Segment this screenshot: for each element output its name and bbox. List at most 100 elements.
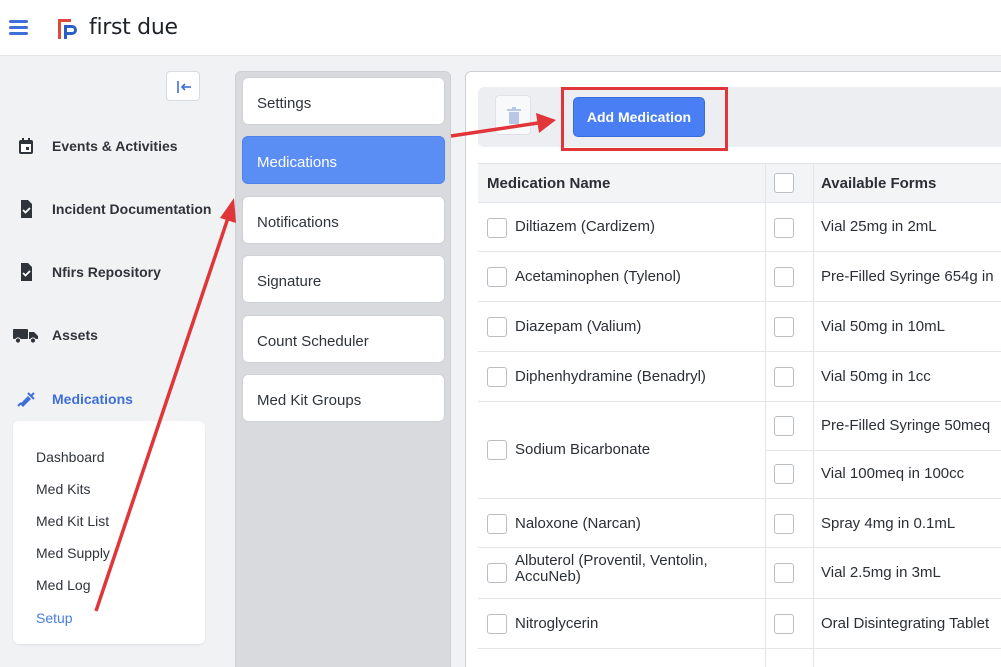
table-row-partial[interactable] — [478, 649, 1001, 667]
form-checkbox[interactable] — [774, 317, 794, 337]
arrow-head — [220, 198, 236, 223]
settings-tab-settings[interactable]: Settings — [242, 77, 445, 125]
row-checkbox[interactable] — [487, 514, 507, 534]
sidebar-item-label: Events & Activities — [52, 138, 178, 154]
document-check-icon — [21, 263, 32, 281]
column-divider — [813, 649, 814, 667]
table-row[interactable]: Nitroglycerin Oral Disintegrating Tablet — [478, 599, 1001, 649]
column-divider — [765, 649, 766, 667]
form-checkbox[interactable] — [774, 563, 794, 583]
available-form: Vial 50mg in 1cc — [821, 368, 931, 385]
column-divider — [765, 302, 766, 351]
sidebar-item-label: Medications — [52, 391, 133, 407]
submenu-item-med-log[interactable]: Med Log — [36, 577, 90, 593]
settings-tab-medications[interactable]: Medications — [242, 136, 445, 184]
settings-tab-signature[interactable]: Signature — [242, 255, 445, 303]
medication-name: Sodium Bicarbonate — [515, 441, 651, 458]
column-header-available-forms[interactable]: Available Forms — [821, 175, 936, 192]
logo-icon — [58, 19, 77, 39]
top-bar: first due — [0, 0, 1001, 56]
select-all-checkbox[interactable] — [774, 173, 794, 193]
table-row[interactable]: Diphenhydramine (Benadryl) Vial 50mg in … — [478, 352, 1001, 402]
medication-name-line: AccuNeb) — [515, 568, 581, 585]
sidebar-item-incident-documentation[interactable]: Incident Documentation — [0, 194, 220, 224]
submenu-item-dashboard[interactable]: Dashboard — [36, 449, 105, 465]
syringe-icon — [17, 392, 35, 407]
medications-toolbar — [478, 87, 1001, 147]
settings-tab-notifications[interactable]: Notifications — [242, 196, 445, 244]
form-checkbox[interactable] — [774, 514, 794, 534]
submenu-item-setup[interactable]: Setup — [36, 610, 73, 626]
row-checkbox[interactable] — [487, 614, 507, 634]
table-row[interactable]: Sodium Bicarbonate Pre-Filled Syringe 50… — [478, 402, 1001, 499]
submenu-item-med-supply[interactable]: Med Supply — [36, 545, 110, 561]
available-form: Vial 25mg in 2mL — [821, 218, 937, 235]
sidebar-item-events[interactable]: Events & Activities — [0, 131, 220, 161]
calendar-icon — [19, 138, 33, 154]
form-checkbox[interactable] — [774, 416, 794, 436]
form-row-divider — [765, 450, 1001, 451]
form-checkbox[interactable] — [774, 218, 794, 238]
table-row[interactable]: Diazepam (Valium) Vial 50mg in 10mL — [478, 302, 1001, 352]
column-divider — [813, 402, 814, 498]
available-form: Spray 4mg in 0.1mL — [821, 515, 956, 532]
menu-icon[interactable] — [9, 20, 28, 36]
setup-settings-panel: Settings Medications Notifications Signa… — [235, 71, 451, 667]
column-divider — [813, 302, 814, 351]
form-checkbox[interactable] — [774, 267, 794, 287]
column-header-medication-name[interactable]: Medication Name — [487, 175, 610, 192]
trash-icon — [507, 107, 521, 124]
column-divider — [813, 252, 814, 301]
medication-name: Naloxone (Narcan) — [515, 515, 641, 532]
table-row[interactable]: Diltiazem (Cardizem) Vial 25mg in 2mL — [478, 203, 1001, 252]
form-checkbox[interactable] — [774, 367, 794, 387]
column-divider — [813, 499, 814, 547]
medication-name: Diltiazem (Cardizem) — [515, 218, 656, 235]
truck-icon — [13, 329, 38, 344]
medication-name: Acetaminophen (Tylenol) — [515, 268, 681, 285]
sidebar-item-assets[interactable]: Assets — [0, 320, 220, 350]
column-divider — [765, 499, 766, 547]
collapse-sidebar-button[interactable] — [166, 71, 200, 101]
table-row[interactable]: Naloxone (Narcan) Spray 4mg in 0.1mL — [478, 499, 1001, 548]
document-check-icon — [21, 200, 32, 218]
sidebar-item-label: Nfirs Repository — [52, 264, 161, 280]
row-checkbox[interactable] — [487, 267, 507, 287]
sidebar-item-nfirs-repository[interactable]: Nfirs Repository — [0, 257, 220, 287]
table-row[interactable]: Albuterol (Proventil, Ventolin, AccuNeb)… — [478, 548, 1001, 599]
available-form: Pre-Filled Syringe 654g in — [821, 268, 994, 285]
sidebar-item-label: Assets — [52, 327, 98, 343]
column-divider — [813, 352, 814, 401]
submenu-item-med-kit-list[interactable]: Med Kit List — [36, 513, 109, 529]
row-checkbox[interactable] — [487, 440, 507, 460]
available-form: Vial 100meq in 100cc — [821, 465, 965, 482]
available-form: Pre-Filled Syringe 50meq — [821, 417, 991, 434]
form-checkbox[interactable] — [774, 464, 794, 484]
settings-tab-med-kit-groups[interactable]: Med Kit Groups — [242, 374, 445, 422]
row-checkbox[interactable] — [487, 317, 507, 337]
medications-submenu: Dashboard Med Kits Med Kit List Med Supp… — [13, 421, 205, 644]
medication-name-line: Albuterol (Proventil, Ventolin, — [515, 552, 708, 569]
row-checkbox[interactable] — [487, 218, 507, 238]
medication-name: Albuterol (Proventil, Ventolin, AccuNeb) — [515, 553, 708, 585]
table-header-row: Medication Name Available Forms — [478, 164, 1001, 203]
column-divider — [765, 352, 766, 401]
form-checkbox[interactable] — [774, 614, 794, 634]
medication-name: Diazepam (Valium) — [515, 318, 642, 335]
row-checkbox[interactable] — [487, 367, 507, 387]
column-divider — [813, 599, 814, 648]
annotation-highlight-box — [561, 87, 728, 151]
medication-name: Nitroglycerin — [515, 615, 599, 632]
medications-table: Medication Name Available Forms Diltiaze… — [478, 163, 1001, 667]
sidebar-item-medications[interactable]: Medications — [0, 384, 220, 414]
table-row[interactable]: Acetaminophen (Tylenol) Pre-Filled Syrin… — [478, 252, 1001, 302]
column-divider — [765, 203, 766, 251]
delete-button[interactable] — [495, 95, 531, 135]
column-divider — [813, 164, 814, 202]
submenu-item-med-kits[interactable]: Med Kits — [36, 481, 90, 497]
row-checkbox[interactable] — [487, 563, 507, 583]
column-divider — [765, 164, 766, 202]
app-logo-text: first due — [89, 15, 178, 40]
settings-tab-count-scheduler[interactable]: Count Scheduler — [242, 315, 445, 363]
collapse-left-icon — [177, 81, 191, 93]
